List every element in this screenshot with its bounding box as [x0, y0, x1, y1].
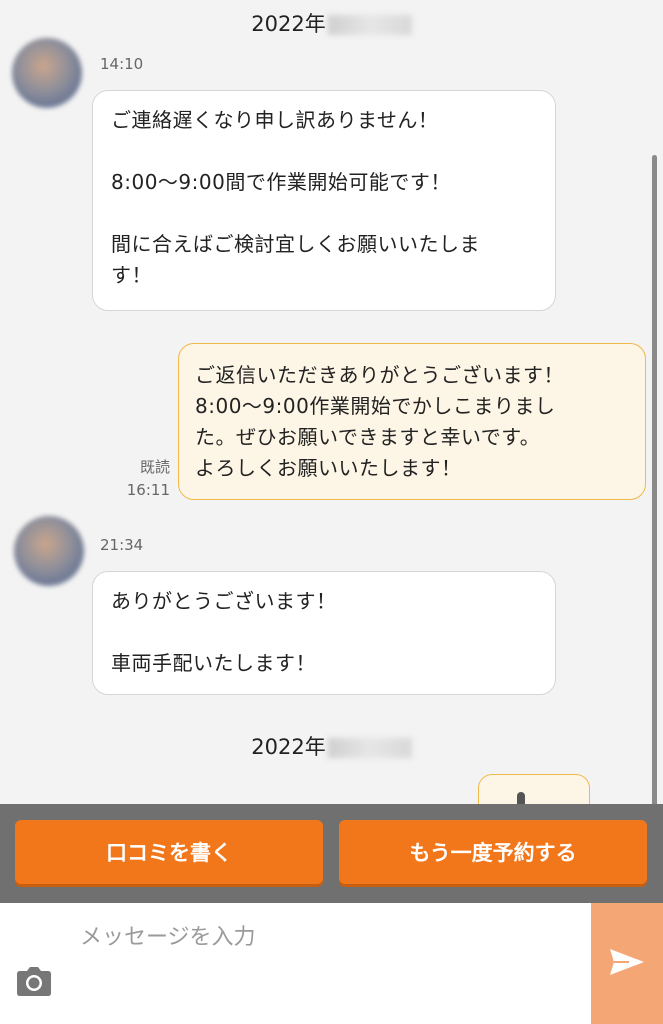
date-label: 2022年 — [251, 735, 326, 759]
message-bubble-outgoing-partial — [478, 774, 590, 804]
date-separator: 2022年 — [0, 8, 663, 38]
action-bar: 口コミを書く もう一度予約する — [0, 804, 663, 903]
avatar[interactable] — [12, 38, 82, 108]
message-input[interactable] — [80, 917, 580, 957]
read-status: 既読 16:11 — [118, 456, 170, 502]
message-bubble-incoming: ありがとうございます！ 車両手配いたします！ — [92, 571, 556, 695]
message-bubble-outgoing: ご返信いただきありがとうございます！ 8:00〜9:00作業開始でかしこまりまし… — [178, 343, 646, 500]
date-redacted — [327, 738, 412, 758]
message-time: 14:10 — [100, 55, 144, 73]
date-redacted — [327, 15, 412, 35]
message-bubble-incoming: ご連絡遅くなり申し訳ありません！ 8:00〜9:00間で作業開始可能です！ 間に… — [92, 90, 556, 311]
book-again-button[interactable]: もう一度予約する — [339, 820, 647, 884]
read-label: 既読 — [139, 458, 170, 476]
chat-thread: 2022年 14:10 ご連絡遅くなり申し訳ありません！ 8:00〜9:00間で… — [0, 0, 663, 804]
message-time: 16:11 — [126, 481, 170, 499]
date-label: 2022年 — [251, 12, 326, 36]
camera-icon[interactable] — [16, 965, 52, 997]
scrollbar[interactable] — [652, 155, 657, 804]
message-time: 21:34 — [100, 536, 144, 554]
avatar[interactable] — [14, 516, 84, 586]
send-icon — [609, 947, 645, 981]
write-review-button[interactable]: 口コミを書く — [15, 820, 323, 884]
partial-content — [517, 792, 525, 804]
message-composer — [0, 903, 663, 1024]
date-separator: 2022年 — [0, 731, 663, 761]
send-button[interactable] — [591, 903, 663, 1024]
